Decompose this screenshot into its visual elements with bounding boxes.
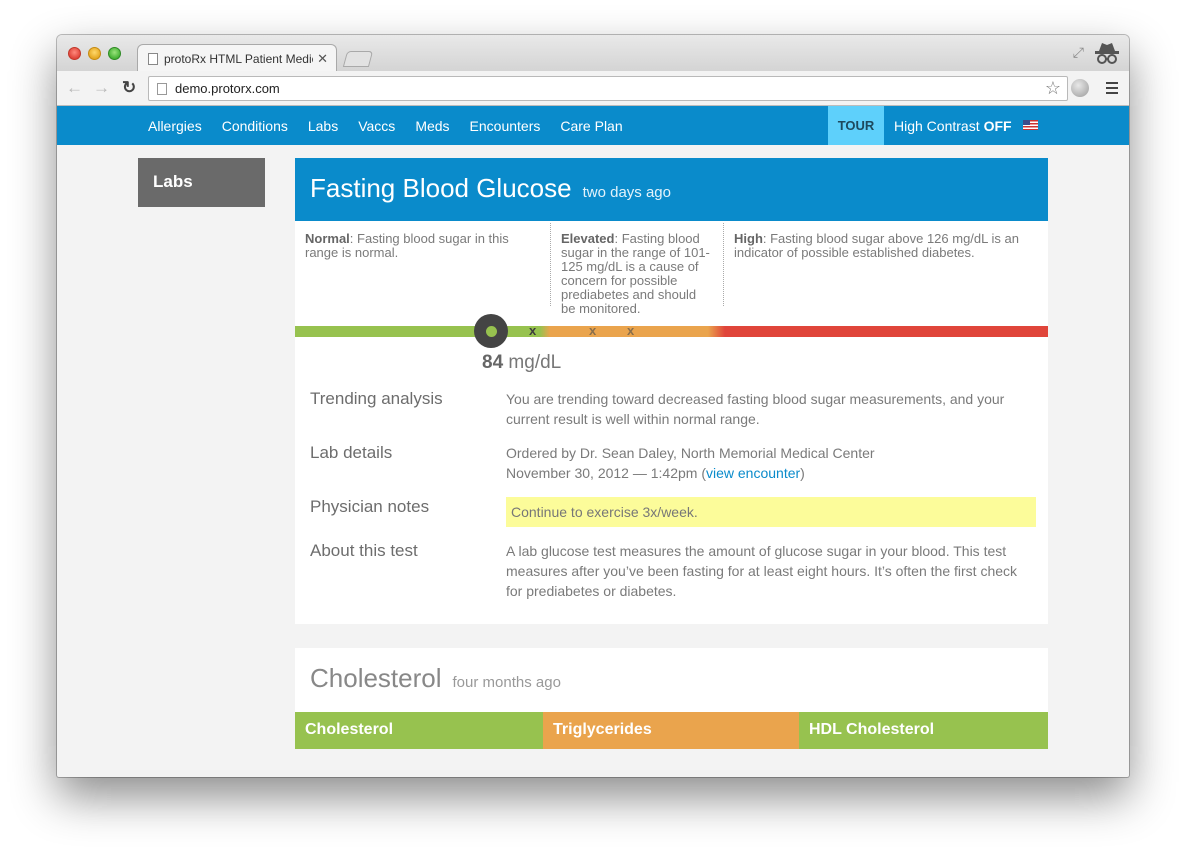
nav-encounters[interactable]: Encounters — [470, 118, 541, 134]
previous-reading-marker[interactable]: x — [589, 323, 596, 338]
about-test-label: About this test — [310, 541, 418, 560]
cholesterol-tabs: Cholesterol Triglycerides HDL Cholestero… — [295, 712, 1048, 749]
back-arrow-icon[interactable]: ← — [66, 79, 83, 96]
cholesterol-header: Cholesterol four months ago — [295, 648, 1048, 711]
incognito-icon — [1095, 43, 1119, 64]
range-elevated: Elevated: Fasting blood sugar in the ran… — [561, 232, 713, 316]
current-reading-marker[interactable] — [474, 314, 508, 348]
order-date-text: November 30, 2012 — 1:42pm ( — [506, 465, 706, 481]
trending-label: Trending analysis — [310, 389, 443, 408]
nav-vaccs[interactable]: Vaccs — [358, 118, 395, 134]
glucose-title: Fasting Blood Glucose — [310, 173, 572, 203]
bookmark-star-icon[interactable]: ☆ — [1045, 78, 1061, 99]
high-contrast-label: High Contrast — [894, 117, 980, 134]
tour-button[interactable]: TOUR — [828, 106, 884, 145]
title-bar: protoRx HTML Patient Medic ✕ ⤢ — [57, 35, 1129, 72]
view-encounter-link[interactable]: view encounter — [706, 465, 800, 481]
browser-toolbar: ← → ↻ demo.protorx.com ☆ — [57, 71, 1129, 106]
order-date-close: ) — [800, 465, 805, 481]
app-navigation: Allergies Conditions Labs Vaccs Meds Enc… — [57, 106, 1129, 145]
glucose-when: two days ago — [582, 184, 671, 201]
about-test-text: A lab glucose test measures the amount o… — [506, 543, 1018, 599]
nav-conditions[interactable]: Conditions — [222, 118, 288, 134]
globe-icon[interactable] — [1071, 79, 1089, 97]
tab-title: protoRx HTML Patient Medic — [164, 51, 314, 66]
reload-icon[interactable]: ↻ — [122, 79, 136, 96]
address-bar[interactable]: demo.protorx.com ☆ — [148, 76, 1068, 101]
range-high-label: High — [734, 231, 763, 246]
range-normal-label: Normal — [305, 231, 350, 246]
range-divider — [723, 223, 724, 306]
high-contrast-toggle[interactable]: High Contrast OFF — [894, 106, 1012, 145]
menu-icon[interactable] — [1106, 82, 1118, 97]
order-date: November 30, 2012 — 1:42pm (view encount… — [506, 463, 1036, 483]
cholesterol-card: Cholesterol four months ago Cholesterol … — [295, 648, 1048, 749]
page-icon — [157, 82, 167, 95]
range-divider — [550, 223, 551, 306]
cholesterol-title: Cholesterol — [310, 663, 442, 693]
lab-details-label: Lab details — [310, 443, 393, 462]
previous-reading-marker[interactable]: x — [627, 323, 634, 338]
range-descriptions: Normal: Fasting blood sugar in this rang… — [295, 221, 1048, 326]
tab-cholesterol[interactable]: Cholesterol — [295, 712, 543, 749]
us-flag-icon[interactable] — [1023, 120, 1038, 130]
tab-hdl-cholesterol[interactable]: HDL Cholesterol — [799, 712, 1048, 749]
range-high-text: : Fasting blood sugar above 126 mg/dL is… — [734, 231, 1019, 260]
range-elevated-label: Elevated — [561, 231, 615, 246]
tab-close-icon[interactable]: ✕ — [317, 51, 328, 67]
nav-care-plan[interactable]: Care Plan — [560, 118, 622, 134]
browser-window: protoRx HTML Patient Medic ✕ ⤢ ← → ↻ dem… — [57, 35, 1129, 777]
forward-arrow-icon[interactable]: → — [93, 79, 110, 96]
previous-reading-marker[interactable]: x — [529, 323, 536, 338]
tab-triglycerides[interactable]: Triglycerides — [543, 712, 799, 749]
reading-value: 84 — [482, 352, 504, 373]
fullscreen-icon[interactable]: ⤢ — [1073, 44, 1084, 61]
glucose-card: Fasting Blood Glucose two days ago Norma… — [295, 158, 1048, 624]
ordered-by: Ordered by Dr. Sean Daley, North Memoria… — [506, 445, 875, 461]
cholesterol-when: four months ago — [452, 674, 561, 691]
high-contrast-state: OFF — [983, 117, 1012, 134]
nav-labs[interactable]: Labs — [308, 118, 338, 134]
nav-allergies[interactable]: Allergies — [148, 118, 202, 134]
nav-meds[interactable]: Meds — [415, 118, 449, 134]
lab-details-value: Ordered by Dr. Sean Daley, North Memoria… — [506, 443, 1036, 483]
reading-unit: mg/dL — [508, 352, 562, 373]
minimize-window-button[interactable] — [88, 47, 101, 60]
browser-tab[interactable]: protoRx HTML Patient Medic ✕ — [137, 44, 337, 72]
glucose-gauge-bar — [295, 326, 1048, 337]
sidebar-labs-heading: Labs — [138, 158, 265, 207]
current-reading: 84 mg/dL — [482, 352, 561, 374]
page-icon — [148, 52, 158, 65]
zoom-window-button[interactable] — [108, 47, 121, 60]
close-window-button[interactable] — [68, 47, 81, 60]
physician-notes-value: Continue to exercise 3x/week. — [506, 497, 1036, 527]
physician-notes-label: Physician notes — [310, 497, 430, 516]
new-tab-button[interactable] — [342, 51, 374, 67]
range-high: High: Fasting blood sugar above 126 mg/d… — [734, 232, 1034, 260]
url-text[interactable]: demo.protorx.com — [175, 81, 1045, 96]
glucose-header: Fasting Blood Glucose two days ago — [295, 158, 1048, 221]
trending-text: You are trending toward decreased fastin… — [506, 391, 1005, 427]
range-normal: Normal: Fasting blood sugar in this rang… — [305, 232, 533, 260]
physician-note: Continue to exercise 3x/week. — [506, 497, 1036, 527]
